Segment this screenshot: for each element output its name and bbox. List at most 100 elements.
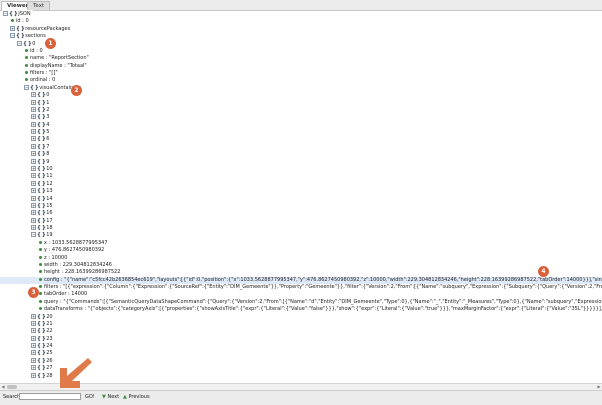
- tree-node[interactable]: +{ }17: [0, 217, 53, 225]
- expand-toggle-icon[interactable]: +: [10, 25, 15, 31]
- tree-node[interactable]: +{ }28: [0, 372, 53, 380]
- tree-row-content: x : 1033.5628877995347: [38, 240, 108, 246]
- tree-node[interactable]: +{ }9: [0, 158, 49, 166]
- expand-toggle-icon[interactable]: +: [31, 188, 36, 194]
- tree-leaf[interactable]: id : 0: [0, 48, 43, 55]
- expand-toggle-icon[interactable]: +: [31, 225, 36, 231]
- tree-node[interactable]: −{ }19: [0, 232, 53, 239]
- next-button[interactable]: ▼ Next: [102, 394, 119, 400]
- tree-node[interactable]: −{ }visualContainers: [0, 84, 81, 92]
- tree-node[interactable]: +{ }21: [0, 320, 53, 328]
- collapse-toggle-icon[interactable]: −: [3, 11, 8, 16]
- tree-node[interactable]: +{ }3: [0, 114, 49, 121]
- tree-node[interactable]: +{ }1: [0, 99, 49, 107]
- expand-toggle-icon[interactable]: +: [31, 372, 36, 378]
- expand-toggle-icon[interactable]: +: [31, 365, 36, 371]
- tree-node[interactable]: +{ }25: [0, 350, 53, 357]
- tree-node[interactable]: +{ }5: [0, 129, 49, 136]
- node-key: 2: [46, 106, 50, 113]
- expand-toggle-icon[interactable]: +: [31, 350, 36, 356]
- expand-toggle-icon[interactable]: +: [31, 217, 36, 223]
- tree-leaf[interactable]: height : 228.16399286987522: [0, 269, 120, 276]
- tree-node[interactable]: −{ }sections: [0, 33, 46, 40]
- expand-toggle-icon[interactable]: +: [31, 158, 36, 164]
- collapse-toggle-icon[interactable]: −: [17, 40, 22, 46]
- tree-leaf[interactable]: filters : "[{"expression":{"Column":{"Ex…: [0, 284, 602, 291]
- expand-toggle-icon[interactable]: +: [31, 121, 36, 127]
- tree-leaf[interactable]: name : "ReportSection": [0, 55, 89, 62]
- tree-leaf[interactable]: dataTransforms : "{"objects":{"categoryA…: [0, 306, 602, 313]
- tree-node[interactable]: +{ }11: [0, 173, 53, 180]
- tree-node[interactable]: +{ }27: [0, 365, 53, 372]
- tree-leaf[interactable]: config : "{"name":"c5fcc42b2636854ec619"…: [0, 276, 602, 284]
- tree-node[interactable]: +{ }15: [0, 202, 53, 210]
- tree-node[interactable]: +{ }22: [0, 328, 53, 335]
- expand-toggle-icon[interactable]: +: [31, 143, 36, 149]
- expand-toggle-icon[interactable]: +: [31, 357, 36, 363]
- go-button[interactable]: GO!: [85, 394, 95, 400]
- tree-leaf[interactable]: z : 10000: [0, 255, 67, 262]
- expand-toggle-icon[interactable]: +: [31, 195, 36, 201]
- scrollbar-thumb[interactable]: [7, 385, 17, 389]
- tree-leaf[interactable]: query : "{"Commands":[{"SemanticQueryDat…: [0, 299, 602, 306]
- expand-toggle-icon[interactable]: +: [31, 313, 36, 319]
- collapse-toggle-icon[interactable]: −: [31, 232, 36, 238]
- tree-node[interactable]: −{ }JSON: [0, 11, 31, 18]
- expand-toggle-icon[interactable]: +: [31, 92, 36, 98]
- tree-node[interactable]: +{ }16: [0, 210, 53, 217]
- tab-text[interactable]: Text: [27, 1, 51, 10]
- expand-toggle-icon[interactable]: +: [31, 202, 36, 208]
- expand-toggle-icon[interactable]: +: [31, 165, 36, 171]
- tree-node[interactable]: +{ }24: [0, 343, 53, 350]
- node-key: 0: [32, 40, 36, 47]
- node-key: 4: [46, 121, 50, 128]
- search-input[interactable]: [19, 393, 81, 400]
- tree-leaf[interactable]: tabOrder : 14000: [0, 291, 87, 298]
- tree-leaf[interactable]: ordinal : 0: [0, 77, 55, 84]
- previous-button[interactable]: ▲ Previous: [123, 394, 150, 400]
- tree-leaf[interactable]: id : 0: [0, 18, 29, 25]
- tree-node[interactable]: −{ }0: [0, 40, 36, 48]
- expand-toggle-icon[interactable]: +: [31, 129, 36, 135]
- expand-toggle-icon[interactable]: +: [31, 114, 36, 120]
- leaf-value: 228.16399286987522: [64, 269, 121, 276]
- tree-node[interactable]: +{ }resourcePackages: [0, 25, 70, 33]
- expand-toggle-icon[interactable]: +: [31, 151, 36, 157]
- expand-toggle-icon[interactable]: +: [31, 343, 36, 349]
- tree-leaf[interactable]: displayName : "Totaal": [0, 63, 87, 70]
- expand-toggle-icon[interactable]: +: [31, 180, 36, 186]
- tree-leaf[interactable]: y : 476.8627450980392: [0, 247, 104, 254]
- search-bar: Search: GO! ▼ Next ▲ Previous: [0, 390, 602, 405]
- tree-leaf[interactable]: width : 229.304812834246: [0, 262, 112, 269]
- tree-node[interactable]: +{ }2: [0, 106, 50, 114]
- expand-toggle-icon[interactable]: +: [31, 173, 36, 179]
- expand-toggle-icon[interactable]: +: [31, 335, 36, 341]
- tree-node[interactable]: +{ }7: [0, 143, 49, 151]
- tree-row-content: dataTransforms : "{"objects":{"categoryA…: [38, 306, 602, 312]
- tree-node[interactable]: +{ }26: [0, 357, 53, 365]
- leaf-value-icon: [39, 292, 42, 296]
- tree-node[interactable]: +{ }0: [0, 92, 49, 99]
- collapse-toggle-icon[interactable]: −: [24, 84, 29, 90]
- tree-leaf[interactable]: x : 1033.5628877995347: [0, 240, 108, 247]
- collapse-toggle-icon[interactable]: −: [10, 33, 15, 39]
- tree-node[interactable]: +{ }13: [0, 188, 53, 195]
- tree-node[interactable]: +{ }12: [0, 180, 53, 188]
- expand-toggle-icon[interactable]: +: [31, 136, 36, 142]
- tree-node[interactable]: +{ }4: [0, 121, 50, 129]
- expand-toggle-icon[interactable]: +: [31, 99, 36, 105]
- tree-node[interactable]: +{ }6: [0, 136, 49, 143]
- expand-toggle-icon[interactable]: +: [31, 320, 36, 326]
- expand-toggle-icon[interactable]: +: [31, 106, 36, 112]
- tree-node[interactable]: +{ }14: [0, 195, 53, 203]
- tree-node[interactable]: +{ }20: [0, 313, 53, 321]
- tree-node[interactable]: +{ }8: [0, 151, 49, 158]
- tree-node[interactable]: +{ }18: [0, 225, 53, 232]
- tree-row-content: +{ }6: [31, 136, 49, 142]
- tree-leaf[interactable]: filters : "[]": [0, 70, 58, 77]
- tree-row-content: +{ }16: [31, 210, 53, 216]
- tree-node[interactable]: +{ }23: [0, 335, 53, 343]
- expand-toggle-icon[interactable]: +: [31, 210, 36, 216]
- expand-toggle-icon[interactable]: +: [31, 328, 36, 334]
- tree-node[interactable]: +{ }10: [0, 165, 53, 173]
